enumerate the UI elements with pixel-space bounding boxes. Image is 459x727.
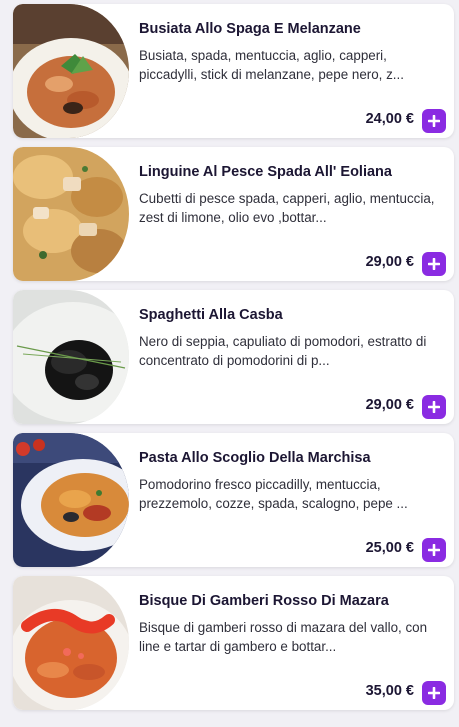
menu-item-card[interactable]: Busiata Allo Spaga E Melanzane Busiata, …	[13, 4, 454, 138]
dish-photo	[13, 433, 129, 567]
menu-item-card[interactable]: Bisque Di Gamberi Rosso Di Mazara Bisque…	[13, 576, 454, 710]
dish-name: Linguine Al Pesce Spada All' Eoliana	[139, 164, 392, 180]
dish-name: Spaghetti Alla Casba	[139, 307, 283, 323]
dish-price: 29,00 €	[365, 397, 414, 413]
dish-photo	[13, 290, 129, 424]
dish-photo	[13, 576, 129, 710]
plus-icon	[428, 115, 440, 127]
dish-description: Busiata, spada, mentuccia, aglio, capper…	[139, 48, 404, 82]
menu-item-card[interactable]: Linguine Al Pesce Spada All' Eoliana Cub…	[13, 147, 454, 281]
dish-price: 29,00 €	[365, 254, 414, 270]
plus-icon	[428, 687, 440, 699]
plus-icon	[428, 544, 440, 556]
dish-name: Busiata Allo Spaga E Melanzane	[139, 21, 361, 37]
add-to-cart-button[interactable]	[422, 538, 446, 562]
dish-name: Bisque Di Gamberi Rosso Di Mazara	[139, 593, 389, 609]
menu-item-card[interactable]: Spaghetti Alla Casba Nero di seppia, cap…	[13, 290, 454, 424]
dish-description: Pomodorino fresco piccadilly, mentuccia,…	[139, 477, 408, 511]
dish-name: Pasta Allo Scoglio Della Marchisa	[139, 450, 371, 466]
add-to-cart-button[interactable]	[422, 395, 446, 419]
dish-price: 35,00 €	[365, 683, 414, 699]
add-to-cart-button[interactable]	[422, 252, 446, 276]
add-to-cart-button[interactable]	[422, 109, 446, 133]
dish-photo	[13, 147, 129, 281]
dish-price: 24,00 €	[365, 111, 414, 127]
menu-item-card[interactable]: Pasta Allo Scoglio Della Marchisa Pomodo…	[13, 433, 454, 567]
add-to-cart-button[interactable]	[422, 681, 446, 705]
dish-description: Bisque di gamberi rosso di mazara del va…	[139, 620, 428, 654]
dish-description: Nero di seppia, capuliato di pomodori, e…	[139, 334, 427, 368]
plus-icon	[428, 401, 440, 413]
dish-description: Cubetti di pesce spada, capperi, aglio, …	[139, 191, 435, 225]
dish-price: 25,00 €	[365, 540, 414, 556]
menu-item-list: Busiata Allo Spaga E Melanzane Busiata, …	[0, 0, 459, 727]
plus-icon	[428, 258, 440, 270]
dish-photo	[13, 4, 129, 138]
